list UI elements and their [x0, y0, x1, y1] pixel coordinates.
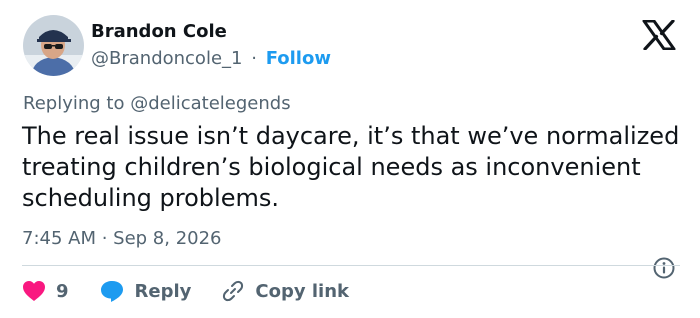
author-handle-row: @Brandoncole_1 · Follow [91, 48, 331, 69]
copy-link-button[interactable]: Copy link [221, 279, 349, 303]
reply-button[interactable]: Reply [99, 279, 222, 303]
author-name[interactable]: Brandon Cole [91, 21, 227, 42]
like-count: 9 [56, 280, 69, 302]
replying-to: Replying to @delicatelegends [23, 93, 291, 114]
replying-to-mention[interactable]: @delicatelegends [130, 93, 290, 114]
replying-to-prefix: Replying to [23, 93, 125, 114]
copy-link-label: Copy link [255, 280, 349, 302]
tweet-text: The real issue isn’t daycare, it’s that … [22, 122, 680, 212]
action-bar: 9 Reply Copy link [22, 276, 349, 306]
speech-bubble-icon [100, 281, 123, 302]
avatar[interactable] [23, 15, 84, 76]
link-icon [223, 280, 244, 302]
x-logo-icon[interactable] [642, 20, 676, 50]
avatar-photo [23, 15, 84, 76]
like-button[interactable]: 9 [22, 280, 99, 302]
tweet-timestamp[interactable]: 7:45 AM · Sep 8, 2026 [22, 228, 222, 249]
reply-label: Reply [134, 280, 192, 302]
follow-button[interactable]: Follow [266, 48, 331, 69]
author-handle[interactable]: @Brandoncole_1 [91, 48, 242, 69]
heart-icon [23, 281, 45, 301]
divider [22, 265, 680, 266]
separator-dot: · [251, 48, 257, 69]
info-icon[interactable] [652, 256, 676, 280]
